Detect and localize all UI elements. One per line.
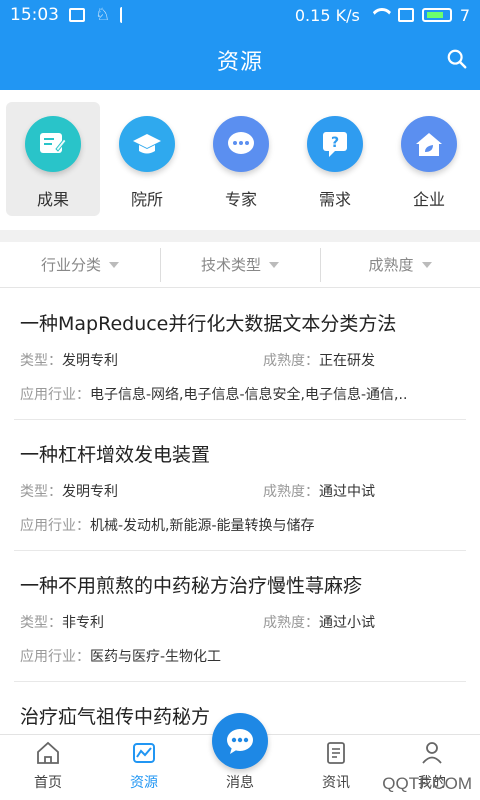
- usb-icon: [120, 7, 130, 23]
- industry-value: 电子信息-网络,电子信息-信息安全,电子信息-通信,..: [90, 387, 408, 403]
- category-experts[interactable]: 专家: [194, 102, 288, 216]
- category-grid: 成果 院所 专家 ? 需求 企业: [0, 90, 480, 230]
- svg-text:?: ?: [331, 135, 339, 151]
- category-label: 成果: [36, 190, 69, 209]
- house-icon: [401, 116, 457, 172]
- industry-value: 医药与医疗-生物化工: [90, 649, 222, 665]
- battery-level: 7: [459, 5, 470, 25]
- nav-label: 消息: [226, 775, 254, 791]
- battery-icon: [421, 8, 452, 22]
- search-icon[interactable]: [446, 48, 468, 70]
- maturity-value: 通过小试: [319, 615, 375, 631]
- industry-label: 应用行业：: [20, 387, 90, 403]
- category-enterprises[interactable]: 企业: [382, 102, 476, 216]
- dropdown-triangle-icon: [109, 261, 119, 268]
- maturity-label: 成熟度：: [263, 484, 319, 500]
- type-label: 类型：: [20, 353, 62, 369]
- maturity-label: 成熟度：: [263, 353, 319, 369]
- filter-industry[interactable]: 行业分类: [0, 242, 160, 287]
- category-demands[interactable]: ? 需求: [288, 102, 382, 216]
- filter-tech-type[interactable]: 技术类型: [160, 242, 320, 287]
- network-speed: 0.15 K/s: [294, 5, 360, 25]
- dropdown-triangle-icon: [269, 261, 279, 268]
- status-bar: 15:03 ♘ 0.15 K/s 7: [0, 0, 480, 30]
- image-icon: [69, 8, 85, 22]
- industry-label: 应用行业：: [20, 518, 90, 534]
- type-label: 类型：: [20, 615, 62, 631]
- industry-value: 机械-发动机,新能源-能量转换与储存: [90, 518, 315, 534]
- list-item[interactable]: 一种不用煎熬的中药秘方治疗慢性荨麻疹 类型： 非专利 成熟度：通过小试 应用行业：…: [0, 551, 480, 682]
- section-divider: [0, 230, 480, 242]
- category-achievements[interactable]: 成果: [6, 102, 100, 216]
- list-item[interactable]: 一种MapReduce并行化大数据文本分类方法 类型： 发明专利 成熟度：正在研发…: [0, 289, 480, 420]
- message-icon: [227, 729, 253, 754]
- page-title: 资源: [216, 50, 263, 75]
- nav-label: 首页: [34, 775, 62, 791]
- item-title: 一种杠杆增效发电装置: [20, 444, 211, 466]
- dropdown-triangle-icon: [421, 261, 432, 268]
- nav-news[interactable]: 资讯: [288, 735, 384, 800]
- category-institutes[interactable]: 院所: [100, 102, 194, 216]
- category-label: 企业: [412, 190, 445, 209]
- status-time: 15:03: [10, 5, 59, 25]
- graduation-cap-icon: [119, 116, 175, 172]
- category-label: 专家: [224, 190, 257, 209]
- resource-chart-icon: [133, 743, 155, 763]
- type-label: 类型：: [20, 484, 62, 500]
- nav-home[interactable]: 首页: [0, 735, 96, 800]
- user-icon: [422, 742, 442, 764]
- home-icon: [37, 741, 59, 764]
- message-fab[interactable]: [212, 713, 268, 769]
- chat-bubble-icon: [213, 116, 269, 172]
- item-title: 一种不用煎熬的中药秘方治疗慢性荨麻疹: [20, 575, 363, 597]
- maturity-value: 正在研发: [319, 353, 375, 369]
- filter-maturity[interactable]: 成熟度: [320, 242, 480, 287]
- watermark: QQTF.COM: [382, 774, 472, 793]
- nav-label: 资源: [130, 775, 158, 791]
- question-bubble-icon: ?: [307, 116, 363, 172]
- screen-icon: [397, 8, 414, 22]
- filter-label: 行业分类: [40, 256, 101, 274]
- wifi-icon: [368, 8, 390, 22]
- maturity-value: 通过中试: [319, 484, 375, 500]
- bottom-nav: 首页 资源 消息 资讯 我的 QQTF.COM: [0, 713, 480, 800]
- industry-label: 应用行业：: [20, 649, 90, 665]
- category-label: 需求: [318, 190, 351, 209]
- type-value: 发明专利: [62, 353, 118, 369]
- edit-doc-icon: [25, 116, 81, 172]
- maturity-label: 成熟度：: [263, 615, 319, 631]
- list-item[interactable]: 一种杠杆增效发电装置 类型： 发明专利 成熟度：通过中试 应用行业： 机械-发动机,…: [0, 420, 480, 551]
- nav-resources[interactable]: 资源: [96, 735, 192, 800]
- type-value: 发明专利: [62, 484, 118, 500]
- app-bar: 资源: [0, 30, 480, 90]
- item-title: 一种MapReduce并行化大数据文本分类方法: [20, 313, 397, 335]
- nav-label: 资讯: [322, 775, 350, 791]
- category-label: 院所: [130, 190, 163, 209]
- filter-label: 技术类型: [200, 256, 261, 274]
- share-icon: ♘: [95, 5, 111, 25]
- filter-label: 成熟度: [368, 256, 414, 274]
- type-value: 非专利: [62, 615, 104, 631]
- filter-bar: 行业分类 技术类型 成熟度: [0, 242, 480, 288]
- news-icon: [327, 742, 345, 764]
